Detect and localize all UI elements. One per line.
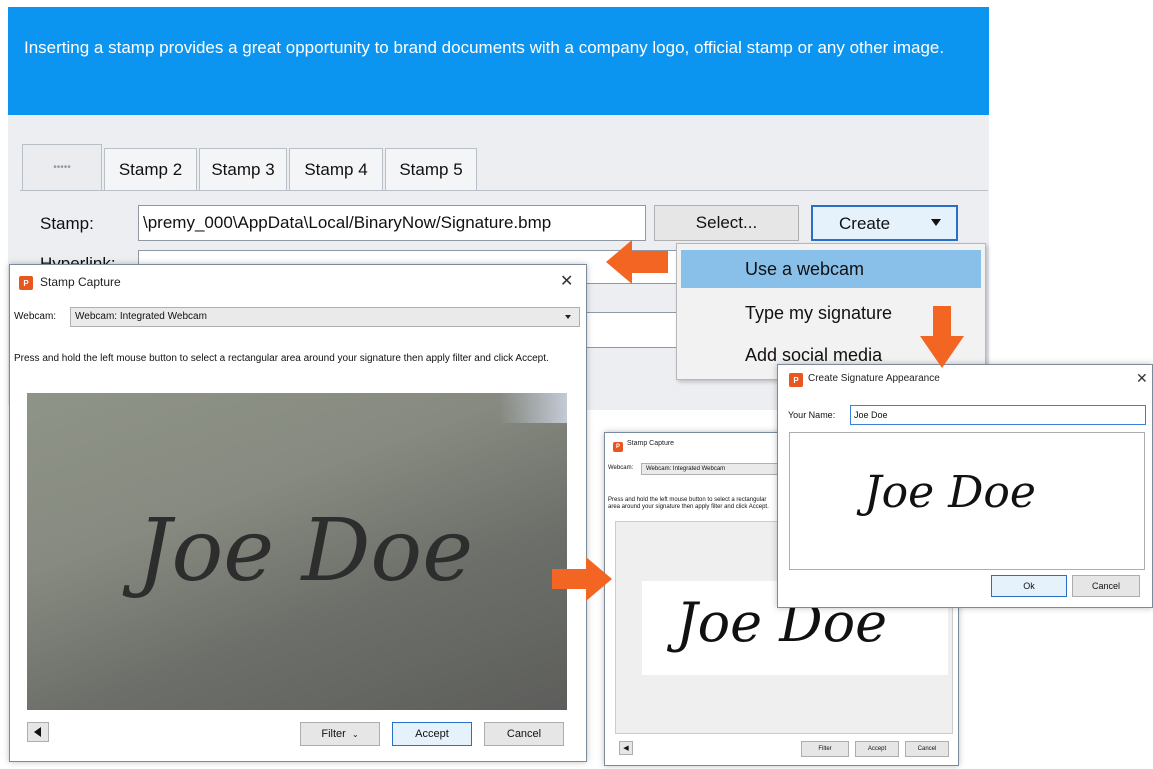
captured-signature: Joe Doe — [137, 501, 474, 601]
create-signature-window: P Create Signature Appearance ✕ Your Nam… — [777, 364, 1153, 608]
stamp-path-input[interactable]: \premy_000\AppData\Local/BinaryNow/Signa… — [138, 205, 646, 241]
webcam-light-area — [499, 393, 567, 423]
tab-stamp-3[interactable]: Stamp 3 — [199, 148, 287, 190]
cancel-button[interactable]: Cancel — [1072, 575, 1140, 597]
cancel-button[interactable]: Cancel — [484, 722, 564, 746]
text-input[interactable] — [575, 312, 680, 348]
stamp-capture-window: P Stamp Capture ✕ Webcam: Webcam: Integr… — [9, 264, 587, 762]
app-logo-icon: P — [789, 373, 803, 387]
app-logo-icon: P — [613, 442, 623, 452]
cancel-button[interactable]: Cancel — [905, 741, 949, 757]
tab-stamp-1[interactable]: ••••• — [22, 144, 102, 190]
name-label: Your Name: — [788, 410, 836, 420]
arrow-left-icon: ◀ — [623, 745, 629, 752]
chevron-down-icon — [565, 315, 571, 319]
webcam-label: Webcam: — [608, 465, 634, 471]
ok-button[interactable]: Ok — [991, 575, 1067, 597]
window-title: Stamp Capture — [627, 440, 675, 447]
info-banner — [8, 7, 989, 115]
webcam-select-value: Webcam: Integrated Webcam — [75, 311, 207, 322]
filter-button[interactable]: Filter ⌄ — [300, 722, 380, 746]
accept-button[interactable]: Accept — [392, 722, 472, 746]
arrow-right-icon — [552, 557, 612, 601]
typed-signature: Joe Doe — [864, 467, 1036, 518]
window-title: Stamp Capture — [40, 275, 121, 289]
arrow-left-icon — [34, 727, 41, 737]
filter-button[interactable]: Filter — [801, 741, 849, 757]
tab-stamp-4[interactable]: Stamp 4 — [289, 148, 383, 190]
arrow-down-icon — [920, 306, 964, 368]
close-icon[interactable]: ✕ — [560, 271, 573, 291]
select-button[interactable]: Select... — [654, 205, 799, 241]
arrow-left-icon — [606, 240, 668, 284]
app-logo-icon: P — [19, 276, 33, 290]
previous-button[interactable]: ◀ — [619, 741, 633, 755]
window-title: Create Signature Appearance — [808, 373, 940, 384]
instructions-text: Press and hold the left mouse button to … — [608, 497, 769, 510]
menu-item-use-webcam[interactable]: Use a webcam — [681, 250, 981, 288]
previous-button[interactable] — [27, 722, 49, 742]
create-button-label: Create — [839, 214, 891, 233]
create-button[interactable]: Create — [811, 205, 958, 241]
banner-text: Inserting a stamp provides a great oppor… — [24, 38, 945, 57]
accept-button[interactable]: Accept — [855, 741, 899, 757]
webcam-label: Webcam: — [14, 311, 57, 322]
webcam-preview[interactable]: Joe Doe — [27, 393, 567, 710]
filter-button-label: Filter — [321, 728, 346, 740]
close-icon[interactable]: ✕ — [1136, 370, 1148, 387]
tab-stamp-5[interactable]: Stamp 5 — [385, 148, 477, 190]
chevron-down-icon — [931, 219, 941, 226]
signature-preview: Joe Doe — [789, 432, 1145, 570]
instructions-text: Press and hold the left mouse button to … — [14, 353, 549, 364]
webcam-select[interactable]: Webcam: Integrated Webcam — [70, 307, 580, 327]
stamp-label: Stamp: — [40, 214, 94, 233]
chevron-down-icon: ⌄ — [351, 729, 359, 739]
tab-stamp-2[interactable]: Stamp 2 — [104, 148, 197, 190]
name-input[interactable]: Joe Doe — [850, 405, 1146, 425]
